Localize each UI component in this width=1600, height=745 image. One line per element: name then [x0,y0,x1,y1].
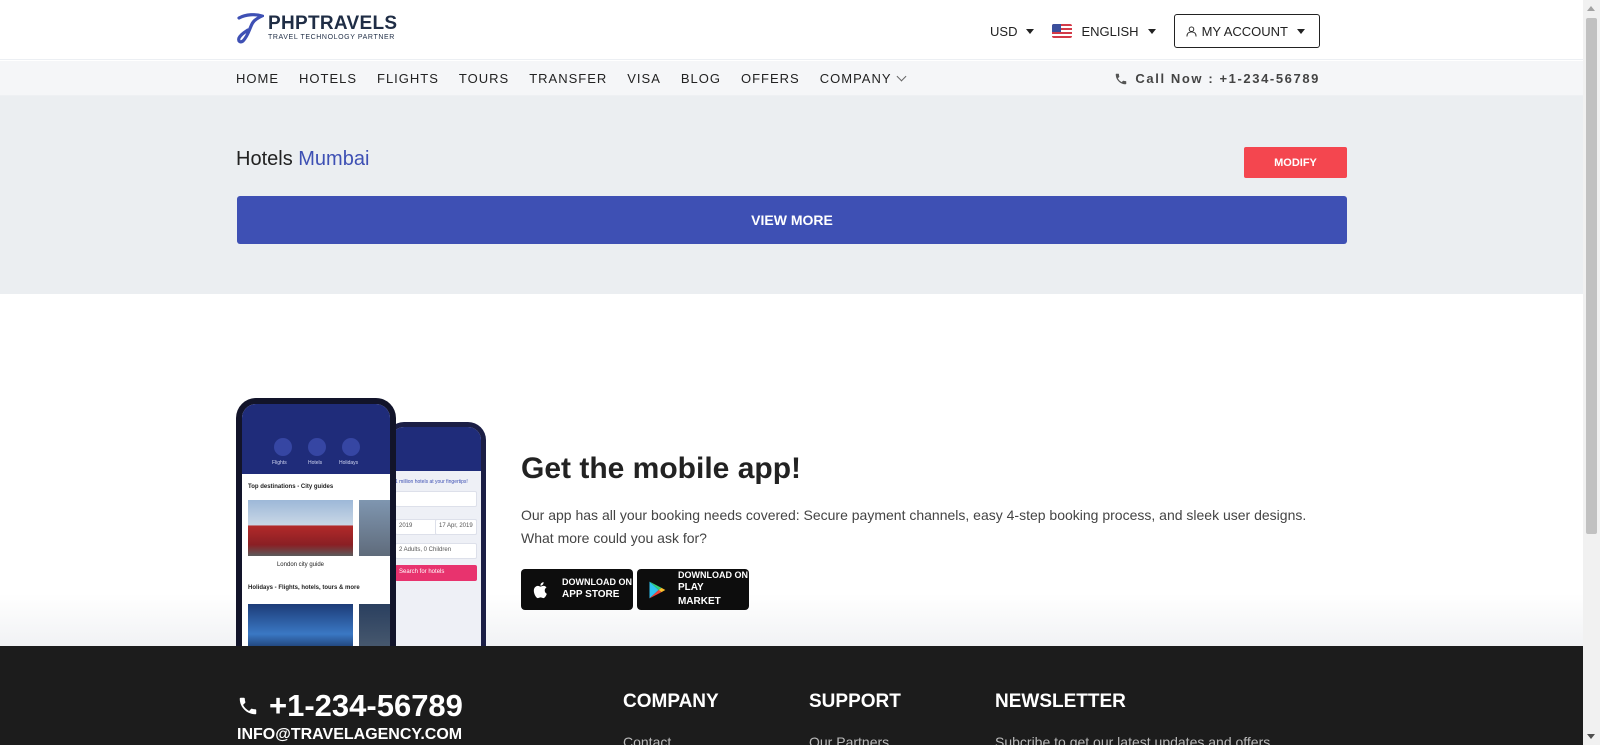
google-play-icon [649,581,666,598]
mockup-text: London city guide [276,562,325,568]
caret-down-icon [1026,28,1035,34]
nav-hotels[interactable]: HOTELS [299,71,357,86]
footer-newsletter-heading: NEWSLETTER [995,691,1126,712]
main-navbar: HOME HOTELS FLIGHTS TOURS TRANSFER VISA … [0,61,1583,96]
user-icon [1186,25,1197,37]
phone-back-mockup: 1 million hotels at your fingertips! 201… [386,422,486,652]
mockup-field [395,491,477,507]
view-more-button[interactable]: VIEW MORE [237,196,1347,244]
mockup-text: 2 Adults, 0 Children [399,547,452,553]
currency-label: USD [990,23,1018,39]
apple-icon [533,581,547,598]
play-market-top-label: DOWNLOAD ON [677,570,748,580]
nav-transfer[interactable]: TRANSFER [529,71,607,86]
mockup-search-button: Search for hotels [395,565,477,581]
mockup-text: Top destinations - City guides [248,484,334,490]
mockup-text: 2019 [399,523,413,529]
top-header: PHPTRAVELS TRAVEL TECHNOLOGY PARTNER USD… [0,0,1583,60]
my-account-button[interactable]: MY ACCOUNT [1173,14,1320,48]
play-market-bottom-label: PLAY MARKET [677,582,721,607]
language-dropdown[interactable]: ENGLISH [1052,23,1156,39]
footer-company-heading: COMPANY [623,691,719,712]
brand-tagline: TRAVEL TECHNOLOGY PARTNER [268,34,395,41]
brand-name: PHPTRAVELS [268,13,398,34]
mockup-text: Search for hotels [399,569,445,575]
mobile-app-section: 1 million hotels at your fingertips! 201… [0,294,1583,652]
header-controls: USD ENGLISH MY ACCOUNT [990,14,1320,48]
chevron-down-icon [896,71,906,82]
skyline-image [248,604,353,648]
title-city: Mumbai [298,148,370,170]
site-footer: +1-234-56789 INFO@TRAVELAGENCY.COM COMPA… [0,646,1583,745]
bed-icon [308,438,326,456]
mockup-field: 17 Apr, 2019 [435,519,477,535]
call-now-label: Call Now : +1-234-56789 [1135,71,1320,86]
city-image [359,500,390,556]
footer-newsletter-text: Subcribe to get our latest updates and o… [995,734,1271,745]
phone-mockup-image: 1 million hotels at your fingertips! 201… [236,398,492,652]
scroll-up-arrow-icon[interactable] [1587,6,1595,11]
nav-home[interactable]: HOME [236,71,279,86]
logo-icon [237,13,264,44]
mockup-field: 2 Adults, 0 Children [395,543,477,559]
scroll-down-arrow-icon[interactable] [1587,734,1595,739]
footer-support-heading: SUPPORT [809,691,901,712]
phone-icon [1116,73,1127,84]
footer-link-contact[interactable]: Contact [623,734,671,745]
caret-down-icon [1297,28,1305,34]
main-nav: HOME HOTELS FLIGHTS TOURS TRANSFER VISA … [236,61,925,96]
app-store-top-label: DOWNLOAD ON [562,577,632,587]
app-promo-description: Our app has all your booking needs cover… [521,507,1307,546]
footer-phone-number: +1-234-56789 [269,688,463,723]
phone-front-mockup: Flights Hotels Holidays Top destinations… [236,398,396,648]
mockup-text: 1 million hotels at your fingertips! [395,479,468,485]
currency-dropdown[interactable]: USD [990,23,1035,39]
page-scrollbar[interactable] [1583,0,1600,745]
scrollbar-thumb[interactable] [1586,18,1597,534]
caret-down-icon [1147,28,1156,34]
account-label: MY ACCOUNT [1201,23,1288,39]
mockup-text: 17 Apr, 2019 [439,523,473,529]
language-label: ENGLISH [1081,23,1139,39]
call-now[interactable]: Call Now : +1-234-56789 [1114,61,1320,96]
mockup-text: Flights [272,460,287,466]
us-flag-icon [1052,24,1073,38]
app-store-bottom-label: APP STORE [562,589,620,600]
nav-company-label: COMPANY [819,71,892,86]
nav-blog[interactable]: BLOG [681,71,721,86]
page-title: Hotels Mumbai [236,148,369,171]
app-promo-title: Get the mobile app! [521,452,802,485]
mockup-text: Hotels [308,460,323,466]
london-image [248,500,353,556]
plane-icon [274,438,292,456]
play-market-button[interactable]: DOWNLOAD ON PLAY MARKET [637,569,749,610]
suitcase-icon [342,438,360,456]
nav-company[interactable]: COMPANY [819,71,906,86]
modify-button[interactable]: MODIFY [1244,147,1347,178]
city-image [359,604,390,648]
brand-logo[interactable]: PHPTRAVELS TRAVEL TECHNOLOGY PARTNER [236,12,397,44]
app-store-button[interactable]: DOWNLOAD ON APP STORE [521,569,633,610]
footer-phone[interactable]: +1-234-56789 [237,688,463,724]
nav-offers[interactable]: OFFERS [741,71,800,86]
footer-email[interactable]: INFO@TRAVELAGENCY.COM [237,726,462,744]
nav-visa[interactable]: VISA [627,71,661,86]
phone-icon [239,697,257,715]
footer-link-partners[interactable]: Our Partners [809,734,889,745]
nav-flights[interactable]: FLIGHTS [377,71,439,86]
title-prefix: Hotels [236,148,293,170]
search-header: Hotels Mumbai MODIFY VIEW MORE [0,96,1583,294]
mockup-text: Holidays [339,460,359,466]
nav-tours[interactable]: TOURS [459,71,509,86]
mockup-text: Holidays - Flights, hotels, tours & more [248,585,360,591]
